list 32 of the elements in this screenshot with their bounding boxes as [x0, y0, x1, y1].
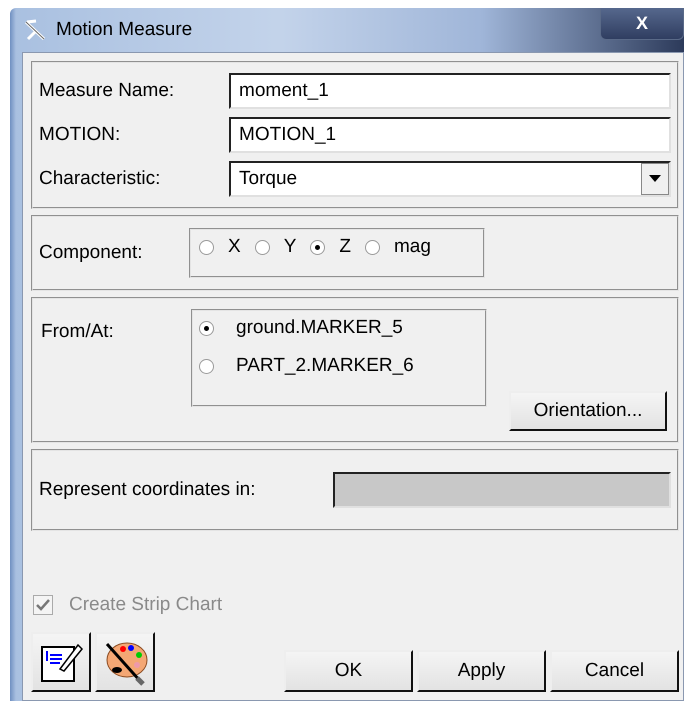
- radio-button[interactable]: [199, 320, 214, 336]
- window-title: Motion Measure: [56, 19, 192, 41]
- radio-button[interactable]: [254, 240, 270, 254]
- component-label: Component:: [39, 242, 144, 264]
- text-field[interactable]: moment_1: [229, 73, 671, 109]
- app-icon: [24, 19, 46, 41]
- radio-option[interactable]: PART_2.MARKER_6: [199, 355, 479, 377]
- radio-button[interactable]: [199, 358, 214, 374]
- appearance-button[interactable]: [95, 632, 155, 692]
- radio-option[interactable]: Z: [310, 236, 351, 258]
- represent-label: Represent coordinates in:: [39, 479, 257, 501]
- field-label: Measure Name:: [39, 80, 176, 102]
- radio-option[interactable]: ground.MARKER_5: [199, 317, 479, 339]
- dropdown-field[interactable]: Torque: [229, 161, 671, 197]
- field-label: MOTION:: [39, 124, 122, 146]
- field-label: Characteristic:: [39, 168, 162, 190]
- radio-button[interactable]: [199, 240, 214, 254]
- radio-option[interactable]: X: [199, 236, 241, 258]
- close-button[interactable]: X: [600, 8, 684, 40]
- checkbox-label: Create Strip Chart: [69, 594, 222, 616]
- dialog-button[interactable]: Apply: [417, 650, 546, 692]
- radio-button[interactable]: [310, 240, 326, 254]
- dialog-button[interactable]: OK: [284, 650, 413, 692]
- from-at-label: From/At:: [41, 320, 115, 344]
- radio-button[interactable]: [364, 240, 380, 254]
- radio-option[interactable]: mag: [364, 236, 431, 258]
- orientation-button[interactable]: Orientation...: [509, 391, 667, 431]
- radio-option[interactable]: Y: [254, 236, 296, 258]
- dialog-button[interactable]: Cancel: [550, 650, 679, 692]
- dropdown-caret-icon[interactable]: [641, 163, 669, 195]
- text-field[interactable]: MOTION_1: [229, 117, 671, 153]
- notes-button[interactable]: [31, 632, 91, 692]
